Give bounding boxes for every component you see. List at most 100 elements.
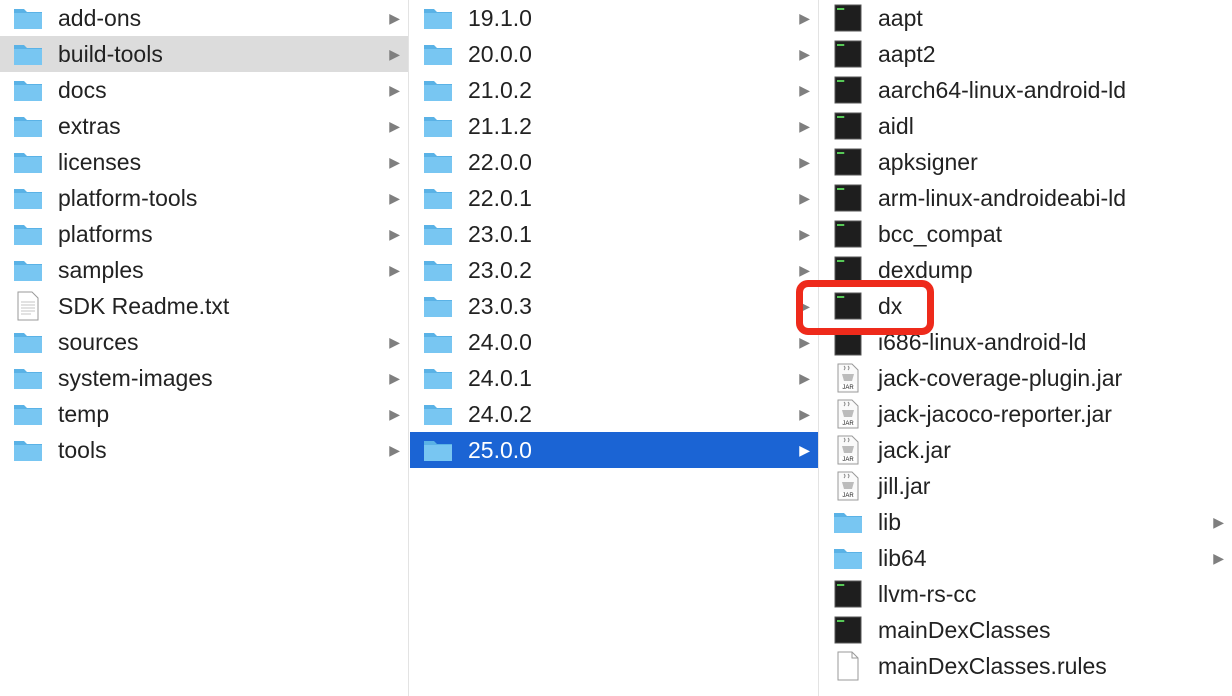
exec-badge-text: exec: [838, 620, 845, 623]
terminal-exec-icon: exec: [832, 614, 864, 646]
folder-row[interactable]: platforms ▶: [0, 216, 408, 252]
item-label: 23.0.3: [468, 292, 532, 319]
folder-row[interactable]: 21.1.2 ▶: [410, 108, 818, 144]
folder-row[interactable]: sources ▶: [0, 324, 408, 360]
folder-row[interactable]: 24.0.2 ▶: [410, 396, 818, 432]
folder-row[interactable]: system-images ▶: [0, 360, 408, 396]
disclosure-arrow-icon: ▶: [799, 154, 810, 170]
disclosure-arrow-icon: ▶: [389, 334, 400, 350]
disclosure-arrow-icon: ▶: [799, 442, 810, 458]
exec-badge-text: exec: [838, 80, 845, 83]
file-row[interactable]: exec aidl: [820, 108, 1232, 144]
item-label: jack-jacoco-reporter.jar: [878, 400, 1112, 427]
item-label: aarch64-linux-android-ld: [878, 76, 1127, 103]
item-label: temp: [58, 400, 110, 427]
selected-folder-row[interactable]: 25.0.0 ▶: [410, 432, 818, 468]
folder-row[interactable]: 23.0.3 ▶: [410, 288, 818, 324]
exec-badge-text: exec: [838, 152, 845, 155]
folder-row[interactable]: 24.0.0 ▶: [410, 324, 818, 360]
folder-icon: [422, 146, 454, 178]
disclosure-arrow-icon: ▶: [799, 82, 810, 98]
folder-row[interactable]: add-ons ▶: [0, 0, 408, 36]
item-label: build-tools: [58, 40, 163, 67]
disclosure-arrow-icon: ▶: [799, 46, 810, 62]
exec-badge-text: exec: [838, 224, 845, 227]
file-row[interactable]: exec aapt2: [820, 36, 1232, 72]
disclosure-arrow-icon: ▶: [799, 226, 810, 242]
folder-row[interactable]: 23.0.2 ▶: [410, 252, 818, 288]
jar-badge-text: JAR: [842, 421, 854, 427]
disclosure-arrow-icon: ▶: [799, 406, 810, 422]
file-row[interactable]: JAR jack.jar: [820, 432, 1232, 468]
text-file-icon: [12, 290, 44, 322]
folder-row[interactable]: 20.0.0 ▶: [410, 36, 818, 72]
folder-row[interactable]: docs ▶: [0, 72, 408, 108]
file-row[interactable]: exec aapt: [820, 0, 1232, 36]
disclosure-arrow-icon: ▶: [799, 370, 810, 386]
folder-icon: [422, 74, 454, 106]
folder-row[interactable]: platform-tools ▶: [0, 180, 408, 216]
file-row[interactable]: exec bcc_compat: [820, 216, 1232, 252]
file-row[interactable]: exec llvm-rs-cc: [820, 576, 1232, 612]
jar-file-icon: JAR: [832, 398, 864, 430]
jar-badge-text: JAR: [842, 457, 854, 463]
file-row[interactable]: JAR jill.jar: [820, 468, 1232, 504]
item-label: aapt2: [878, 40, 936, 67]
folder-icon: [12, 74, 44, 106]
item-label: 24.0.1: [468, 364, 532, 391]
item-label: 25.0.0: [468, 436, 532, 463]
folder-row[interactable]: lib ▶: [820, 504, 1232, 540]
folder-icon: [422, 2, 454, 34]
folder-icon: [832, 542, 864, 574]
terminal-exec-icon: exec: [832, 74, 864, 106]
item-label: aapt: [878, 4, 923, 31]
item-label: bcc_compat: [878, 220, 1003, 247]
folder-icon: [12, 362, 44, 394]
finder-column-25-0-0[interactable]: exec aapt exec aapt2 exec aarch64-linux-andro…: [820, 0, 1232, 696]
folder-row[interactable]: lib64 ▶: [820, 540, 1232, 576]
finder-column-sdk[interactable]: add-ons ▶ build-tools ▶ docs ▶ extras ▶ licenses…: [0, 0, 408, 696]
selected-folder-row[interactable]: build-tools ▶: [0, 36, 408, 72]
file-row[interactable]: exec arm-linux-androideabi-ld: [820, 180, 1232, 216]
folder-icon: [12, 326, 44, 358]
jar-badge-text: JAR: [842, 385, 854, 391]
file-row[interactable]: JAR jack-coverage-plugin.jar: [820, 360, 1232, 396]
finder-column-build-tools[interactable]: 19.1.0 ▶ 20.0.0 ▶ 21.0.2 ▶ 21.1.2 ▶ 22.0.0 ▶ 22.0.…: [410, 0, 818, 696]
file-row[interactable]: JAR jack-jacoco-reporter.jar: [820, 396, 1232, 432]
item-label: mainDexClasses: [878, 616, 1051, 643]
terminal-exec-icon: exec: [832, 578, 864, 610]
folder-icon: [422, 254, 454, 286]
folder-icon: [12, 398, 44, 430]
disclosure-arrow-icon: ▶: [389, 406, 400, 422]
folder-row[interactable]: 19.1.0 ▶: [410, 0, 818, 36]
folder-row[interactable]: licenses ▶: [0, 144, 408, 180]
folder-icon: [12, 2, 44, 34]
item-label: 23.0.1: [468, 220, 532, 247]
file-row[interactable]: mainDexClasses.rules: [820, 648, 1232, 684]
folder-icon: [422, 326, 454, 358]
folder-icon: [422, 290, 454, 322]
terminal-exec-icon: exec: [832, 146, 864, 178]
file-row[interactable]: exec aarch64-linux-android-ld: [820, 72, 1232, 108]
file-row[interactable]: exec apksigner: [820, 144, 1232, 180]
file-row[interactable]: exec mainDexClasses: [820, 612, 1232, 648]
folder-row[interactable]: 22.0.1 ▶: [410, 180, 818, 216]
folder-row[interactable]: 24.0.1 ▶: [410, 360, 818, 396]
folder-row[interactable]: 22.0.0 ▶: [410, 144, 818, 180]
column-divider[interactable]: [408, 0, 409, 696]
item-label: platforms: [58, 220, 153, 247]
item-label: extras: [58, 112, 121, 139]
folder-row[interactable]: samples ▶: [0, 252, 408, 288]
file-row[interactable]: SDK Readme.txt: [0, 288, 408, 324]
exec-badge-text: exec: [838, 8, 845, 11]
item-label: 21.0.2: [468, 76, 532, 103]
column-divider[interactable]: [818, 0, 819, 696]
exec-badge-text: exec: [838, 260, 845, 263]
folder-row[interactable]: 23.0.1 ▶: [410, 216, 818, 252]
item-label: platform-tools: [58, 184, 198, 211]
folder-row[interactable]: extras ▶: [0, 108, 408, 144]
folder-row[interactable]: 21.0.2 ▶: [410, 72, 818, 108]
folder-row[interactable]: tools ▶: [0, 432, 408, 468]
folder-icon: [12, 218, 44, 250]
folder-row[interactable]: temp ▶: [0, 396, 408, 432]
